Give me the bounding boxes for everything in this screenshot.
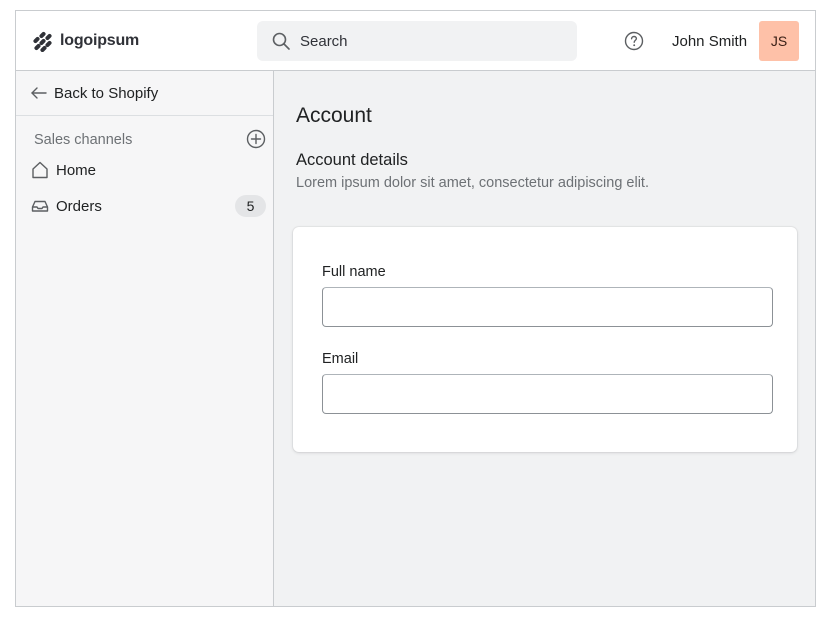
main-content: Account Account details Lorem ipsum dolo… xyxy=(274,71,815,606)
user-name[interactable]: John Smith xyxy=(672,33,747,50)
back-link-label: Back to Shopify xyxy=(54,84,159,102)
app-frame: logoipsum Search John Smith JS Back to S… xyxy=(15,10,816,607)
full-name-label: Full name xyxy=(322,264,386,280)
orders-count-badge: 5 xyxy=(235,195,266,217)
email-label: Email xyxy=(322,351,359,367)
sidebar-item-label: Home xyxy=(56,161,97,179)
inbox-icon xyxy=(31,200,49,212)
back-to-shopify-link[interactable]: Back to Shopify xyxy=(16,71,273,116)
page-title: Account xyxy=(296,104,372,127)
home-icon xyxy=(32,161,48,179)
sidebar: Back to Shopify Sales channels Home Orde… xyxy=(16,71,274,606)
section-description: Lorem ipsum dolor sit amet, consectetur … xyxy=(296,175,649,191)
section-heading: Account details xyxy=(296,151,408,169)
add-channel-icon[interactable] xyxy=(246,129,266,149)
sales-channels-header: Sales channels xyxy=(34,129,266,151)
sales-channels-title: Sales channels xyxy=(34,132,133,148)
avatar[interactable]: JS xyxy=(759,21,799,61)
search-placeholder: Search xyxy=(300,32,348,50)
email-field[interactable] xyxy=(322,374,773,414)
full-name-field[interactable] xyxy=(322,287,773,327)
search-bar[interactable]: Search xyxy=(257,21,577,61)
logo: logoipsum xyxy=(32,30,139,52)
account-details-card: Full name Email xyxy=(293,227,797,452)
help-icon[interactable] xyxy=(624,31,644,51)
arrow-left-icon xyxy=(31,87,47,99)
top-bar: logoipsum Search John Smith JS xyxy=(16,11,815,71)
sidebar-item-home[interactable]: Home xyxy=(28,155,266,185)
search-icon xyxy=(272,32,290,50)
avatar-initials: JS xyxy=(770,33,788,49)
sidebar-item-label: Orders xyxy=(56,197,102,215)
sidebar-item-orders[interactable]: Orders 5 xyxy=(28,191,266,221)
logo-icon xyxy=(33,31,52,52)
logo-text: logoipsum xyxy=(60,32,140,49)
